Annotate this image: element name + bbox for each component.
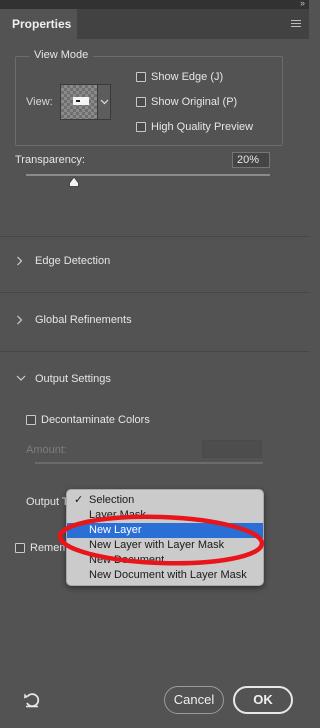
view-mode-thumbnail[interactable] bbox=[60, 84, 98, 120]
collapse-icon[interactable]: ›› bbox=[300, 0, 305, 8]
section-label: Global Refinements bbox=[35, 314, 132, 326]
checkbox-box[interactable] bbox=[136, 97, 146, 107]
show-original-checkbox[interactable]: Show Original (P) bbox=[136, 96, 237, 108]
chevron-right-icon bbox=[17, 315, 23, 325]
reset-icon[interactable] bbox=[22, 690, 42, 710]
checkmark-icon: ✓ bbox=[74, 494, 84, 506]
view-mode-legend: View Mode bbox=[29, 49, 94, 61]
transparency-slider[interactable] bbox=[26, 174, 270, 176]
decontaminate-colors-checkbox[interactable]: Decontaminate Colors bbox=[26, 414, 150, 426]
checkbox-label: Show Original (P) bbox=[151, 96, 238, 108]
checkbox-label: Show Edge (J) bbox=[151, 71, 224, 83]
menu-item-label: New Document with Layer Mask bbox=[89, 569, 247, 581]
checkbox-box[interactable] bbox=[136, 72, 146, 82]
checkbox-label: High Quality Preview bbox=[151, 121, 254, 133]
divider bbox=[0, 351, 309, 352]
ok-button[interactable]: OK bbox=[233, 686, 293, 714]
section-output-settings[interactable]: Output Settings bbox=[0, 370, 309, 390]
transparency-input[interactable]: 20% bbox=[232, 152, 270, 168]
chevron-down-icon bbox=[16, 375, 26, 381]
transparency-label: Transparency: bbox=[15, 154, 85, 166]
section-label: Edge Detection bbox=[35, 255, 111, 267]
divider bbox=[0, 292, 309, 293]
checkbox-box[interactable] bbox=[136, 122, 146, 132]
amount-input bbox=[202, 440, 262, 458]
view-label: View: bbox=[26, 96, 53, 108]
section-label: Output Settings bbox=[35, 373, 111, 385]
menu-item-label: Selection bbox=[89, 494, 135, 506]
show-edge-checkbox[interactable]: Show Edge (J) bbox=[136, 71, 223, 83]
checkbox-box[interactable] bbox=[26, 415, 36, 425]
panel-topbar: ›› bbox=[0, 0, 309, 9]
checkbox-box[interactable] bbox=[15, 543, 25, 553]
cancel-button[interactable]: Cancel bbox=[164, 686, 224, 714]
checkbox-label: Decontaminate Colors bbox=[41, 414, 150, 426]
divider bbox=[0, 236, 309, 237]
annotation-ellipse bbox=[57, 514, 265, 566]
amount-label: Amount: bbox=[26, 444, 67, 456]
menu-item-new-document-with-mask[interactable]: New Document with Layer Mask bbox=[67, 568, 263, 583]
section-edge-detection[interactable]: Edge Detection bbox=[0, 252, 309, 272]
high-quality-preview-checkbox[interactable]: High Quality Preview bbox=[136, 121, 253, 133]
amount-slider bbox=[35, 462, 263, 464]
chevron-down-icon bbox=[100, 99, 109, 105]
panel-menu-icon[interactable] bbox=[291, 20, 301, 29]
section-global-refinements[interactable]: Global Refinements bbox=[0, 311, 309, 331]
menu-item-selection[interactable]: ✓ Selection bbox=[67, 493, 263, 508]
view-mode-dropdown[interactable] bbox=[98, 84, 111, 120]
tab-properties[interactable]: Properties bbox=[0, 9, 77, 39]
panel-tab-strip: Properties bbox=[0, 9, 309, 39]
slider-thumb-icon[interactable] bbox=[68, 176, 80, 188]
chevron-right-icon bbox=[17, 256, 23, 266]
